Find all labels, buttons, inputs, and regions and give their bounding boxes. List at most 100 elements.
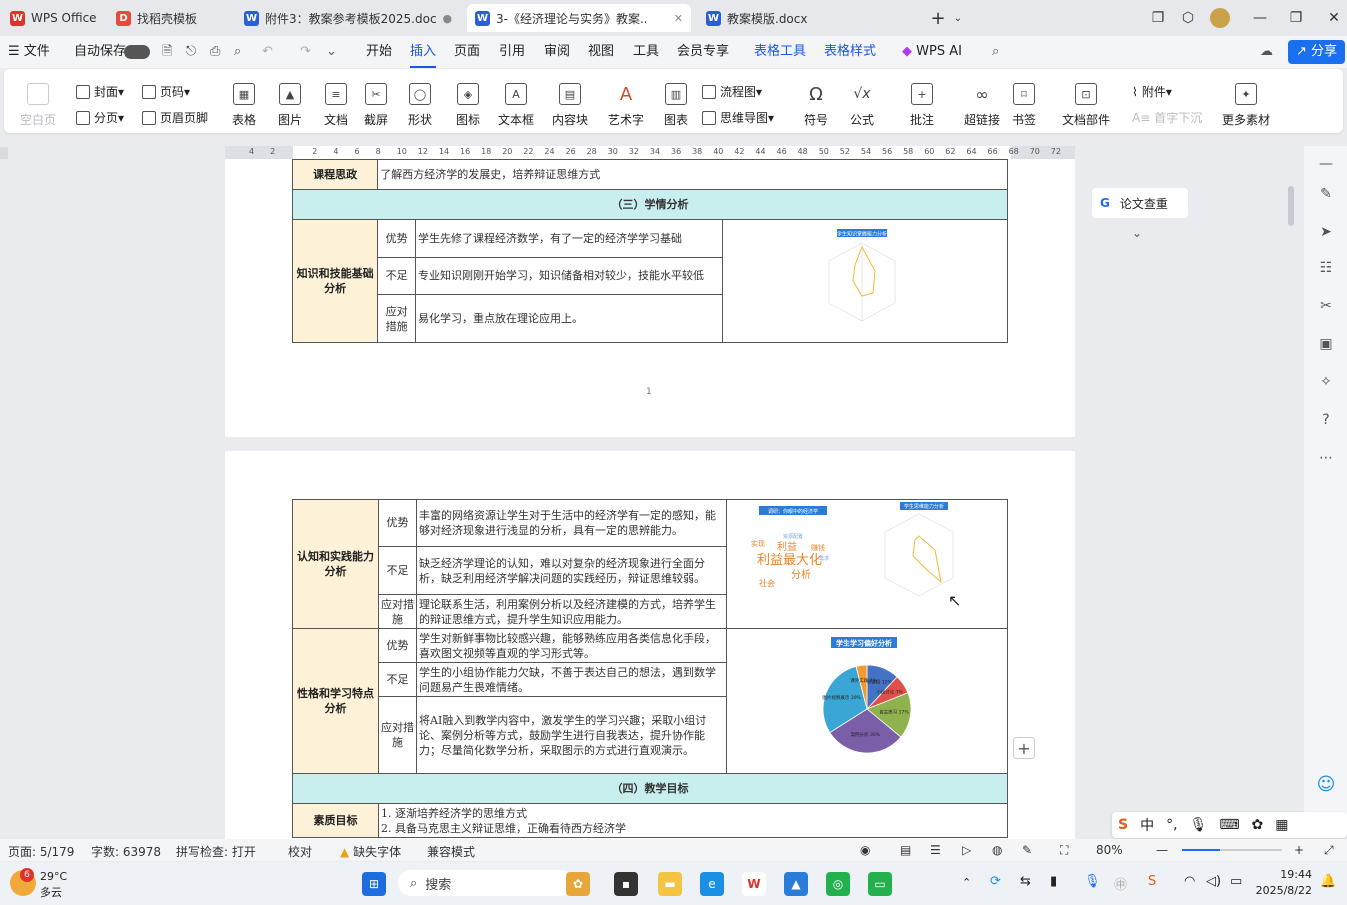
tray-expand-icon[interactable]: ⌃ bbox=[962, 876, 971, 889]
page-count[interactable]: 页面: 5/179 bbox=[8, 843, 74, 860]
radar-chart-cell[interactable]: 学生知识掌握能力分析 bbox=[721, 219, 1009, 343]
menu-member[interactable]: 会员专享 bbox=[677, 36, 729, 68]
more-chevron-icon[interactable]: ⌄ bbox=[326, 36, 337, 68]
zoom-in-icon[interactable]: + bbox=[1294, 843, 1304, 857]
menu-references[interactable]: 引用 bbox=[499, 36, 525, 68]
menu-table-tools[interactable]: 表格工具 bbox=[754, 36, 806, 68]
comment-button[interactable]: + 批注 bbox=[910, 83, 934, 128]
menu-review[interactable]: 审阅 bbox=[544, 36, 570, 68]
restore-icon[interactable]: ❐ bbox=[1286, 8, 1306, 28]
close-tab-icon[interactable]: ✕ bbox=[668, 12, 683, 25]
tab-template-store[interactable]: D 找稻壳模板 bbox=[108, 4, 228, 32]
share-button[interactable]: ↗ 分享 bbox=[1288, 40, 1346, 64]
page-view-icon[interactable]: ▤ bbox=[900, 843, 911, 857]
row-value[interactable]: 将AI融入到教学内容中，激发学生的学习兴趣；采取小组讨论、案例分析等方式，鼓励学… bbox=[416, 696, 727, 774]
row-value[interactable]: 理论联系生活，利用案例分析以及经济建模的方式，培养学生的辩证思维方式，提升学生知… bbox=[416, 594, 727, 629]
menu-tools[interactable]: 工具 bbox=[633, 36, 659, 68]
help-icon[interactable]: ? bbox=[1316, 410, 1336, 430]
row-value[interactable]: 易化学习，重点放在理论应用上。 bbox=[415, 294, 723, 343]
chart-button[interactable]: ▥ 图表 bbox=[664, 83, 688, 128]
menu-view[interactable]: 视图 bbox=[588, 36, 614, 68]
doc-part-button[interactable]: ⊡ 文档部件 bbox=[1062, 83, 1110, 128]
textbox-button[interactable]: A 文本框 bbox=[498, 83, 534, 128]
tab-active-document[interactable]: W 3-《经济理论与实务》教案... ✕ bbox=[467, 4, 691, 32]
menu-home[interactable]: 开始 bbox=[366, 36, 392, 68]
pie-chart-cell[interactable]: 学生学习偏好分析 教师讲授 12% 小组讨论 7% 自主练习 17% 案例分析 30%… bbox=[726, 628, 1008, 774]
search-icon[interactable]: ⌕ bbox=[992, 36, 999, 68]
doc-button[interactable]: ≡ 文档 bbox=[324, 83, 348, 128]
pen-icon[interactable]: ✎ bbox=[1316, 184, 1336, 204]
picture-button[interactable]: ▲ 图片 bbox=[278, 83, 302, 128]
web-view-icon[interactable]: ◍ bbox=[992, 843, 1002, 857]
new-tab-icon[interactable]: + bbox=[928, 8, 948, 29]
chat-icon[interactable]: ▭ bbox=[868, 872, 892, 896]
sogou-icon[interactable]: S bbox=[1118, 817, 1128, 833]
content-block-button[interactable]: ▤ 内容块 bbox=[552, 83, 588, 128]
cover-button[interactable]: 封面 ▾ bbox=[76, 83, 124, 100]
edge-icon[interactable]: e bbox=[700, 872, 724, 896]
menu-page[interactable]: 页面 bbox=[454, 36, 480, 68]
pen-mode-icon[interactable]: ✎ bbox=[1022, 843, 1032, 857]
battery-icon[interactable]: ▭ bbox=[1230, 874, 1242, 889]
flowchart-button[interactable]: 流程图 ▾ bbox=[702, 83, 762, 100]
task-view-icon[interactable]: ▪ bbox=[614, 872, 638, 896]
wps-taskbar-icon[interactable]: W bbox=[742, 872, 766, 896]
more-materials-button[interactable]: ✦ 更多素材 bbox=[1222, 83, 1270, 128]
close-window-icon[interactable]: ✕ bbox=[1324, 8, 1344, 28]
tab-list-chevron-icon[interactable]: ⌄ bbox=[948, 8, 968, 28]
taskbar-search[interactable]: ⌕ 搜索 bbox=[398, 870, 574, 896]
menu-wps-ai[interactable]: ◆ WPS AI bbox=[902, 36, 962, 68]
missing-font[interactable]: ▲ 缺失字体 bbox=[340, 843, 401, 860]
tools-icon[interactable]: ✂ bbox=[1316, 296, 1336, 316]
row-value[interactable]: 丰富的网络资源让学生对于生活中的经济学有一定的感知，能够对经济现象进行浅显的分析… bbox=[416, 499, 727, 547]
fit-screen-icon[interactable]: ⛶ bbox=[1060, 843, 1068, 858]
cube-icon[interactable]: ⬡ bbox=[1178, 8, 1198, 28]
row-value[interactable]: 学生的小组协作能力欠缺，不善于表达自己的想法，遇到数学问题易产生畏难情绪。 bbox=[416, 662, 727, 698]
notification-icon[interactable]: 🔔 bbox=[1320, 874, 1336, 889]
punctuation-icon[interactable]: °, bbox=[1166, 817, 1177, 833]
more-icon[interactable]: ⋯ bbox=[1316, 448, 1336, 468]
window-layout-icon[interactable]: ❐ bbox=[1148, 8, 1168, 28]
outline-view-icon[interactable]: ☰ bbox=[930, 843, 941, 857]
keyboard-icon[interactable]: ⌨ bbox=[1219, 817, 1239, 833]
attachment-button[interactable]: ⌇ 附件 ▾ bbox=[1132, 83, 1172, 100]
page-break-button[interactable]: 分页 ▾ bbox=[76, 109, 124, 126]
row-value[interactable]: 专业知识刚刚开始学习，知识储备相对较少，技能水平较低 bbox=[415, 256, 723, 296]
cloud-upload-icon[interactable]: ☁ bbox=[1260, 36, 1273, 68]
shape-button[interactable]: ◯ 形状 bbox=[408, 83, 432, 128]
mindmap-button[interactable]: 思维导图 ▾ bbox=[702, 109, 774, 126]
spell-check[interactable]: 拼写检查: 打开 bbox=[176, 843, 256, 860]
autosave-toggle[interactable] bbox=[124, 45, 150, 59]
clock-time[interactable]: 19:44 bbox=[1262, 868, 1312, 881]
art-text-button[interactable]: A 艺术字 bbox=[608, 83, 644, 128]
tab-attachment-doc[interactable]: W 附件3：教案参考模板2025.doc ● bbox=[236, 4, 458, 32]
scrollbar-thumb[interactable] bbox=[1288, 186, 1294, 226]
screenshot-button[interactable]: ✂ 截屏 bbox=[364, 83, 388, 128]
ai-icon[interactable]: ✧ bbox=[1316, 372, 1336, 392]
save-icon[interactable]: 🗎 bbox=[162, 36, 172, 68]
compat-mode[interactable]: 兼容模式 bbox=[427, 843, 475, 860]
formula-button[interactable]: √x 公式 bbox=[850, 83, 874, 128]
vertical-scrollbar[interactable] bbox=[1286, 146, 1298, 836]
bookmark-button[interactable]: ⌑ 书签 bbox=[1012, 83, 1036, 128]
chat-assistant-icon[interactable]: ☺ bbox=[1316, 774, 1336, 795]
widget-icon[interactable]: ✿ bbox=[566, 872, 590, 896]
photos-icon[interactable]: ▲ bbox=[784, 872, 808, 896]
menu-insert[interactable]: 插入 bbox=[410, 36, 437, 68]
pointer-icon[interactable]: ➤ bbox=[1316, 222, 1336, 242]
play-icon[interactable]: ▷ bbox=[962, 843, 971, 857]
minus-icon[interactable]: — bbox=[1316, 154, 1336, 174]
tray-app-icon[interactable]: ▮ bbox=[1050, 874, 1057, 889]
add-row-icon[interactable]: + bbox=[1013, 737, 1035, 759]
zoom-out-icon[interactable]: — bbox=[1156, 843, 1168, 857]
output-icon[interactable]: ⎋ bbox=[186, 36, 196, 68]
settings-tray-icon[interactable]: ⇆ bbox=[1020, 874, 1031, 889]
eye-icon[interactable]: ◉ bbox=[860, 843, 870, 857]
horizontal-ruler[interactable]: 4 2 2 4 6 8 10 12 14 16 18 20 22 24 26 28 30 32 34 36 38 40 42… bbox=[225, 146, 1075, 159]
ime-chinese-label[interactable]: 中 bbox=[1140, 815, 1154, 835]
file-explorer-icon[interactable]: ▬ bbox=[658, 872, 682, 896]
mic-tray-icon[interactable]: 🎙 bbox=[1084, 874, 1101, 889]
wps-tray-icon[interactable]: S bbox=[1148, 874, 1156, 889]
microphone-icon[interactable]: 🎙 bbox=[1190, 817, 1208, 833]
zoom-slider[interactable] bbox=[1182, 849, 1282, 851]
